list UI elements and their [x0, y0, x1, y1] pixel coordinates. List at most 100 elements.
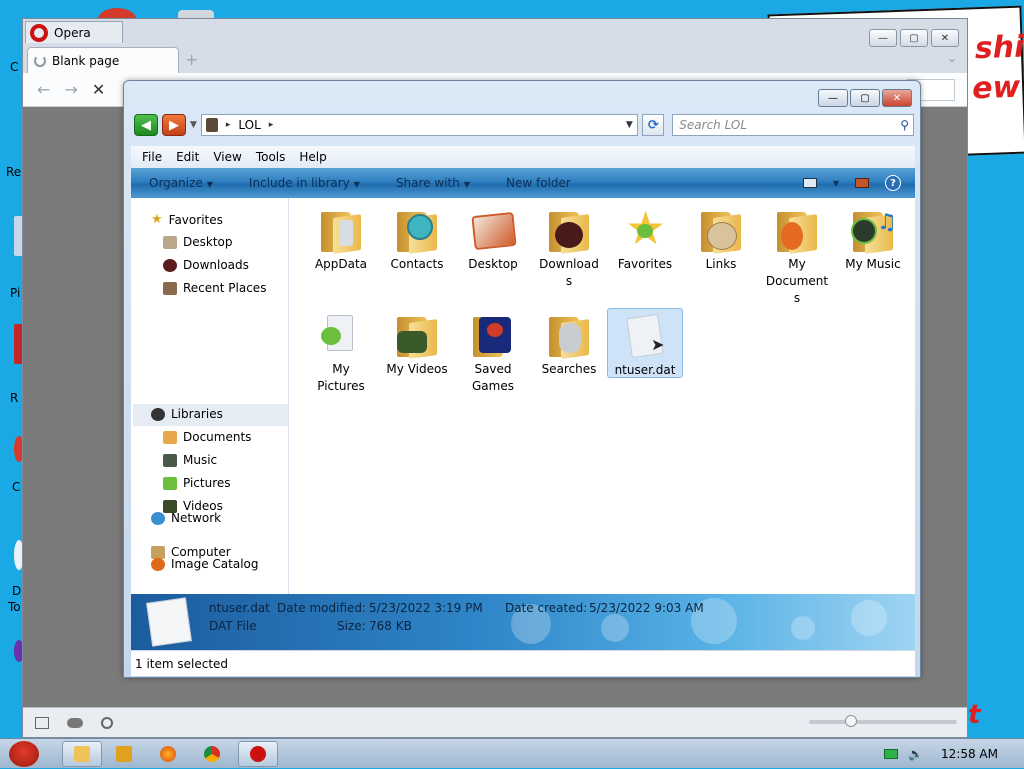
- nav-desktop-label: Desktop: [183, 235, 233, 249]
- nav-libraries-label-row[interactable]: Libraries: [151, 407, 223, 421]
- nav-music[interactable]: Music: [163, 453, 217, 467]
- forward-button[interactable]: ▶: [161, 114, 186, 136]
- refresh-button[interactable]: ⟳: [642, 114, 665, 136]
- taskbar-opera-button[interactable]: [238, 740, 278, 767]
- minimize-button[interactable]: —: [818, 89, 848, 107]
- organize-button[interactable]: Organize ▼: [131, 176, 231, 190]
- view-dropdown-icon[interactable]: ▼: [833, 179, 839, 188]
- opera-logo-icon: [30, 23, 48, 42]
- menu-edit[interactable]: Edit: [169, 150, 206, 164]
- back-button[interactable]: ◀: [134, 114, 158, 136]
- breadcrumb-lol[interactable]: LOL: [238, 118, 260, 132]
- file-label: Document: [765, 274, 829, 288]
- battery-icon[interactable]: [884, 748, 899, 759]
- panel-toggle-icon[interactable]: [35, 716, 49, 729]
- breadcrumb-separator[interactable]: ▸: [269, 120, 274, 130]
- tab-blank-page[interactable]: Blank page: [27, 47, 179, 73]
- menu-view[interactable]: View: [206, 150, 248, 164]
- folder-my-pictures[interactable]: My Pictures: [303, 311, 379, 395]
- file-label: My Music: [845, 257, 901, 271]
- nav-desktop[interactable]: Desktop: [163, 235, 233, 249]
- maximize-button[interactable]: ▢: [900, 29, 928, 47]
- folder-downloads[interactable]: Download s: [531, 206, 607, 290]
- nav-recent-places[interactable]: Recent Places: [163, 281, 266, 295]
- folder-appdata[interactable]: AppData: [303, 206, 379, 273]
- file-list: AppData Contacts Desktop Download s Favo…: [289, 198, 915, 594]
- file-label: Pictures: [317, 379, 365, 393]
- mouse-cursor-icon: ➤: [651, 335, 665, 354]
- zoom-slider-knob[interactable]: [845, 715, 857, 727]
- address-dropdown-icon[interactable]: ▼: [621, 120, 637, 130]
- folder-saved-games[interactable]: Saved Games: [455, 311, 531, 395]
- nav-favorites[interactable]: ★ Favorites: [151, 212, 223, 227]
- comic-text: shi: [974, 29, 1024, 67]
- folder-favorites[interactable]: ★ Favorites: [607, 204, 683, 273]
- network-icon: [151, 511, 165, 525]
- new-folder-button[interactable]: New folder: [488, 176, 589, 190]
- share-with-button[interactable]: Share with ▼: [378, 176, 488, 190]
- tab-label: Blank page: [52, 53, 120, 68]
- add-tab-button[interactable]: +: [185, 50, 198, 73]
- chevron-down-icon: ▼: [206, 180, 213, 189]
- nav-documents[interactable]: Documents: [163, 430, 251, 444]
- opera-window-controls: — ▢ ✕: [869, 29, 959, 47]
- pictures-icon: [163, 476, 177, 490]
- turbo-cloud-icon[interactable]: [67, 717, 83, 728]
- folder-my-music[interactable]: ♫ My Music: [835, 206, 911, 273]
- folder-icon: [469, 311, 517, 359]
- close-button[interactable]: ✕: [931, 29, 959, 47]
- file-ntuser-dat[interactable]: ➤ ntuser.dat: [607, 308, 683, 378]
- folder-icon: [317, 311, 365, 359]
- folder-desktop[interactable]: Desktop: [455, 206, 531, 273]
- nav-downloads[interactable]: Downloads: [163, 258, 249, 272]
- music-note-icon: ♫: [877, 210, 897, 235]
- nav-music-label: Music: [183, 453, 218, 467]
- menu-help[interactable]: Help: [292, 150, 333, 164]
- taskbar-firefox-button[interactable]: [146, 741, 190, 767]
- libraries-icon: [151, 407, 165, 421]
- speed-dial-icon[interactable]: [101, 716, 113, 729]
- help-icon[interactable]: ?: [885, 175, 901, 191]
- file-label: AppData: [314, 257, 368, 271]
- change-view-icon[interactable]: [802, 178, 817, 188]
- clock[interactable]: 12:58 AM: [941, 747, 998, 761]
- comic-text: ew: [971, 69, 1021, 107]
- folder-contacts[interactable]: Contacts: [379, 206, 455, 273]
- folder-searches[interactable]: Searches: [531, 311, 607, 378]
- start-button[interactable]: [0, 739, 48, 769]
- stop-button[interactable]: ✕: [92, 80, 105, 99]
- address-bar[interactable]: ▸ LOL ▸ ▼: [200, 114, 639, 136]
- forward-button[interactable]: →: [64, 80, 77, 99]
- search-placeholder: Search LOL: [679, 118, 748, 132]
- search-input[interactable]: Search LOL ⚲: [672, 114, 914, 136]
- folder-my-videos[interactable]: My Videos: [379, 311, 455, 378]
- folder-my-documents[interactable]: My Document s: [759, 206, 835, 307]
- nav-pictures[interactable]: Pictures: [163, 476, 231, 490]
- back-button[interactable]: ←: [37, 80, 50, 99]
- breadcrumb-separator[interactable]: ▸: [226, 120, 231, 130]
- tab-menu-chevron-icon[interactable]: ⌄: [947, 51, 957, 65]
- recent-pages-chevron-icon[interactable]: ▼: [190, 120, 197, 130]
- menu-tools[interactable]: Tools: [249, 150, 293, 164]
- folder-links[interactable]: Links: [683, 206, 759, 273]
- nav-image-catalog[interactable]: Image Catalog: [151, 557, 258, 571]
- folder-icon: [393, 206, 441, 254]
- preview-pane-icon[interactable]: [855, 178, 869, 188]
- close-button[interactable]: ✕: [882, 89, 912, 107]
- explorer-window: — ▢ ✕ ◀ ▶ ▼ ▸ LOL ▸ ▼ ⟳ Search LOL ⚲ Fil…: [123, 80, 921, 678]
- zoom-slider[interactable]: [809, 715, 957, 727]
- details-pane: ntuser.dat DAT File Date modified: 5/23/…: [131, 594, 915, 650]
- menu-file[interactable]: File: [135, 150, 169, 164]
- speaker-icon[interactable]: 🔈: [908, 747, 923, 761]
- documents-icon: [163, 430, 177, 444]
- taskbar-chrome-button[interactable]: [190, 741, 234, 767]
- nav-network[interactable]: Network: [151, 511, 221, 525]
- opera-menu-button[interactable]: Opera: [25, 21, 123, 43]
- taskbar-media-player-button[interactable]: [102, 741, 146, 767]
- taskbar-explorer-button[interactable]: [62, 740, 102, 767]
- maximize-button[interactable]: ▢: [850, 89, 880, 107]
- include-in-library-button[interactable]: Include in library ▼: [231, 176, 378, 190]
- chevron-down-icon: ▼: [353, 180, 360, 189]
- minimize-button[interactable]: —: [869, 29, 897, 47]
- search-icon[interactable]: ⚲: [900, 118, 909, 132]
